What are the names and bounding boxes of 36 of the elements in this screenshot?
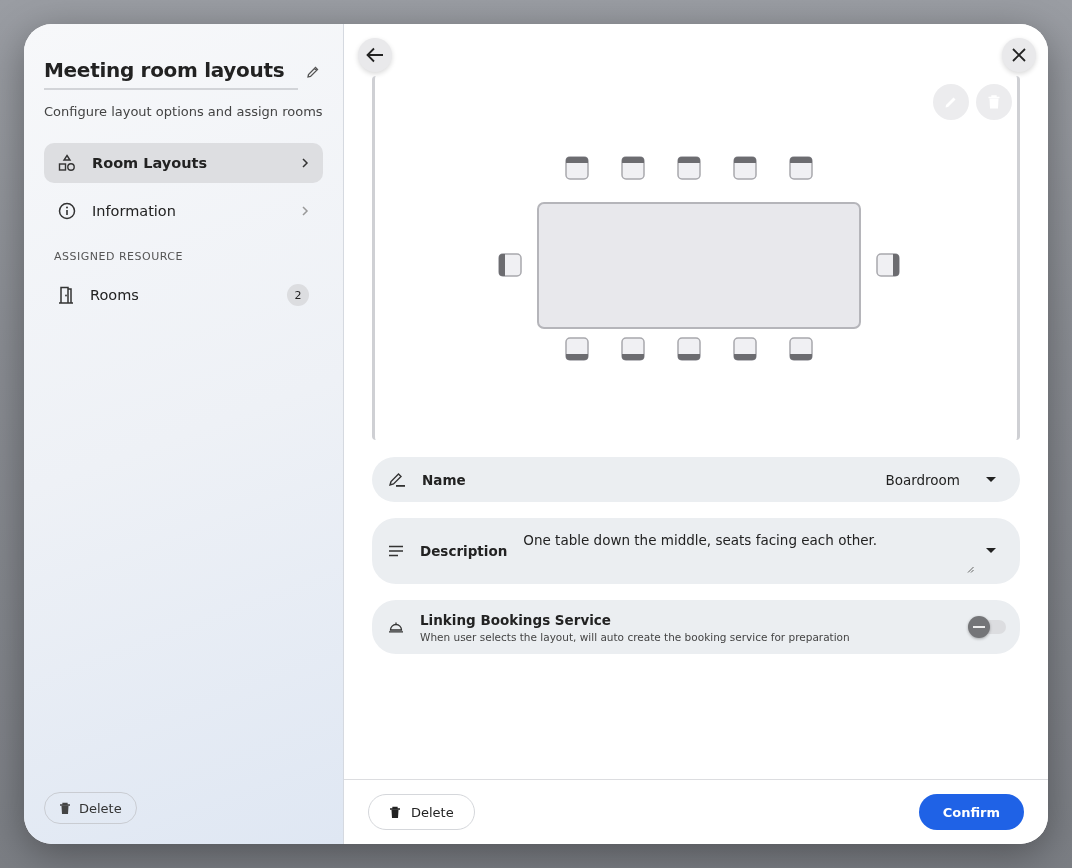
- door-icon: [58, 286, 74, 304]
- subtitle: Configure layout options and assign rooms: [44, 104, 323, 119]
- pen-icon: [388, 471, 406, 488]
- pencil-icon: [306, 65, 320, 79]
- confirm-button[interactable]: Confirm: [918, 794, 1024, 830]
- field-label: Description: [420, 543, 508, 559]
- section-heading: ASSIGNED RESOURCE: [54, 250, 184, 263]
- shapes-icon: [58, 154, 76, 172]
- service-bell-icon: [388, 621, 404, 633]
- field-label: Name: [422, 471, 466, 488]
- field-description: When user selects the layout, will auto create the booking service for preparation: [420, 630, 850, 643]
- count-badge: 2: [287, 284, 309, 306]
- chevron-icon: [301, 205, 309, 217]
- close-icon: [1012, 48, 1026, 62]
- caret-icon: [986, 548, 996, 554]
- info-icon: [58, 202, 76, 220]
- description-field[interactable]: Description One table down the middle, seats facing each other.: [372, 518, 1020, 584]
- sidebar-item[interactable]: Rooms 2: [44, 275, 323, 315]
- resize-grip-icon: [967, 566, 974, 573]
- caret-icon: [986, 476, 996, 483]
- back-button[interactable]: [358, 38, 392, 72]
- trash-icon: [59, 801, 71, 815]
- page-title: Meeting room layouts: [44, 54, 298, 90]
- field-value: Boardroom: [885, 471, 960, 488]
- name-select[interactable]: Name Boardroom: [372, 457, 1020, 502]
- delete-button[interactable]: Delete: [368, 794, 475, 830]
- lines-icon: [388, 545, 404, 557]
- trash-icon: [389, 805, 401, 819]
- chevron-icon: [301, 157, 309, 169]
- sidebar-item[interactable]: Information: [44, 191, 323, 231]
- sidebar-item[interactable]: Room Layouts: [44, 143, 323, 183]
- close-button[interactable]: [1002, 38, 1036, 72]
- edit-title-button[interactable]: [306, 65, 320, 79]
- field-label: Linking Bookings Service: [420, 611, 612, 628]
- field-value: One table down the middle, seats facing each other.: [523, 532, 879, 548]
- back-arrow-icon: [366, 47, 384, 63]
